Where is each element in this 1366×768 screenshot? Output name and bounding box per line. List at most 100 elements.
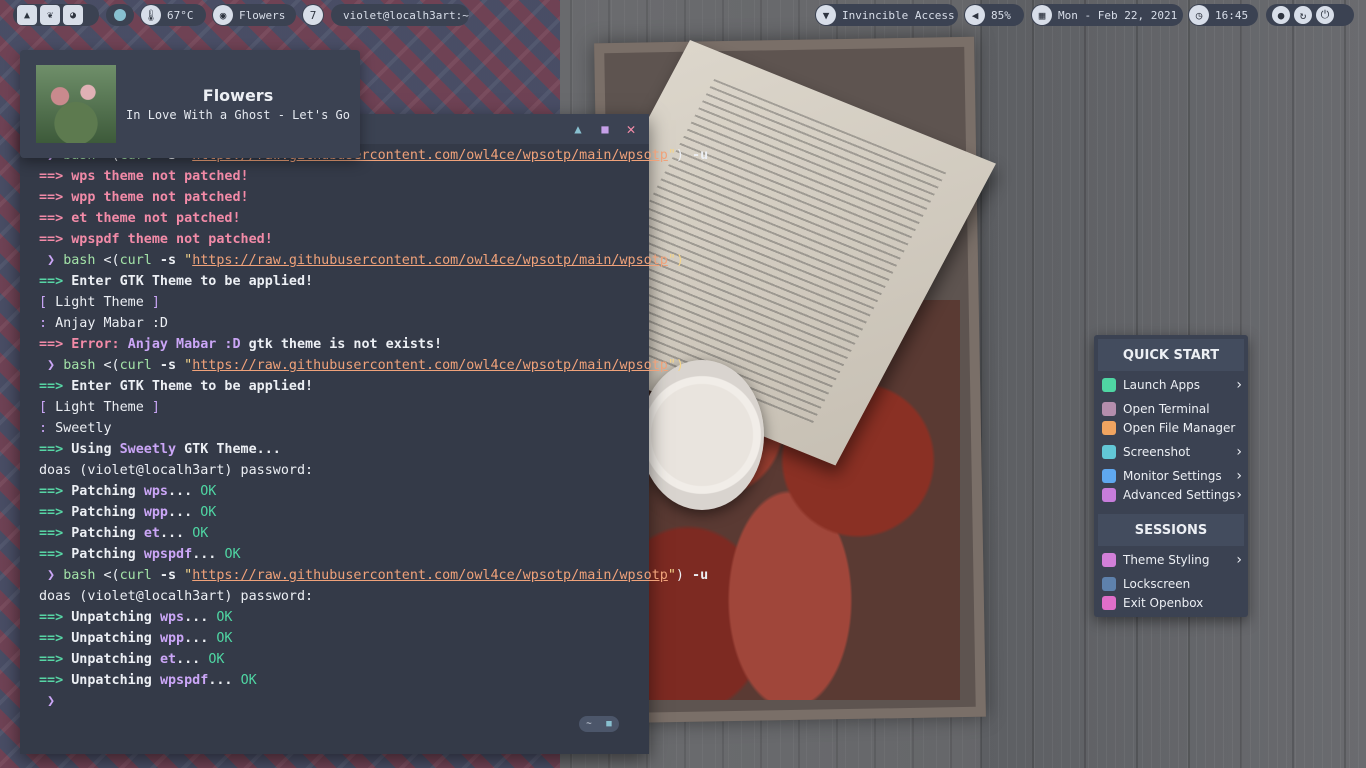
terminal-text: Anjay Mabar :D bbox=[55, 316, 168, 331]
song-text: Flowers bbox=[239, 8, 286, 22]
menu-item-theme-styling[interactable]: Theme Styling › bbox=[1102, 550, 1242, 569]
leaf-icon[interactable]: ❦ bbox=[40, 5, 60, 25]
terminal-link[interactable]: https://raw.githubusercontent.com/owl4ce… bbox=[192, 358, 668, 373]
terminal-line: ==> wps theme not patched! bbox=[39, 166, 649, 187]
terminal-text: wps bbox=[159, 610, 185, 625]
date-text: Mon - Feb 22, 2021 bbox=[1058, 8, 1178, 22]
thermometer-icon: 🌡 bbox=[141, 5, 161, 25]
terminal-text: bash bbox=[63, 568, 104, 583]
close-icon[interactable]: ✕ bbox=[624, 122, 638, 137]
terminal-text: ... bbox=[168, 505, 201, 520]
terminal-text: ==> bbox=[39, 484, 72, 499]
clock-widget[interactable]: ◷ 16:45 bbox=[1188, 4, 1258, 26]
refresh-icon[interactable]: ↻ bbox=[1294, 6, 1312, 24]
music-popup[interactable]: Flowers In Love With a Ghost - Let's Go bbox=[20, 50, 360, 158]
terminal-text: <( bbox=[103, 358, 120, 373]
music-widget[interactable]: ◉ Flowers bbox=[212, 4, 296, 26]
terminal-link[interactable]: https://raw.githubusercontent.com/owl4ce… bbox=[192, 253, 668, 268]
menu-item-launch-apps[interactable]: Launch Apps › bbox=[1102, 375, 1242, 394]
quick-start-header: QUICK START bbox=[1098, 339, 1244, 371]
terminal-text: wpp bbox=[159, 631, 185, 646]
terminal-text: wps theme not patched! bbox=[71, 169, 249, 184]
terminal-text: -u bbox=[692, 148, 709, 163]
terminal-text: ... bbox=[168, 484, 201, 499]
chevron-right-icon: › bbox=[1236, 551, 1242, 568]
terminal-text: " bbox=[184, 358, 193, 373]
terminal-text: " bbox=[667, 148, 676, 163]
terminal-text: -s bbox=[151, 253, 185, 268]
screenshot-icon bbox=[1102, 444, 1116, 459]
terminal-text: Using bbox=[71, 442, 120, 457]
terminal-text: [ bbox=[39, 295, 56, 310]
terminal-chips: ~ ■ bbox=[579, 716, 619, 732]
mountain-icon[interactable]: ▲ bbox=[17, 5, 37, 25]
status-dot bbox=[106, 4, 134, 26]
power-icon[interactable]: ⏻ bbox=[1316, 6, 1334, 24]
menu-item-label: Open Terminal bbox=[1123, 401, 1210, 416]
workspace-number: 7 bbox=[303, 5, 323, 25]
theme-styling-icon bbox=[1102, 552, 1116, 567]
terminal-line: ==> et theme not patched! bbox=[39, 208, 649, 229]
terminal-text: -s bbox=[151, 358, 185, 373]
menu-item-screenshot[interactable]: Screenshot › bbox=[1102, 442, 1242, 461]
palette-icon[interactable]: ◕ bbox=[63, 5, 83, 25]
terminal-line: doas (violet@localh3art) password: bbox=[39, 460, 649, 481]
terminal-text: curl bbox=[119, 568, 152, 583]
terminal-text: ] bbox=[143, 400, 160, 415]
terminal-output[interactable]: ❯ bash <(curl -s "https://raw.githubuser… bbox=[20, 144, 708, 712]
open-terminal-icon bbox=[1102, 401, 1116, 416]
terminal-text: Unpatching bbox=[71, 673, 160, 688]
terminal-text: ... bbox=[184, 610, 217, 625]
workspace-launcher[interactable]: ▲ ❦ ◕ bbox=[13, 4, 99, 26]
launch-apps-icon bbox=[1102, 377, 1116, 392]
menu-item-exit-openbox[interactable]: Exit Openbox bbox=[1102, 593, 1242, 612]
workspace-indicator[interactable]: 7 bbox=[302, 4, 324, 26]
terminal-text: et theme not patched! bbox=[71, 211, 241, 226]
toggle-icon[interactable]: ● bbox=[1272, 6, 1290, 24]
terminal-line: ==> Unpatching wpp... OK bbox=[39, 628, 649, 649]
terminal-text: ❯ bbox=[39, 358, 64, 373]
maximize-icon[interactable]: ■ bbox=[598, 122, 612, 136]
openbox-menu[interactable]: QUICK START Launch Apps › Open Terminal Ope… bbox=[1094, 335, 1248, 617]
terminal-line: ❯ bash <(curl -s "https://raw.githubuser… bbox=[39, 565, 708, 586]
terminal-text: bash bbox=[63, 358, 104, 373]
network-widget[interactable]: ▼ Invincible Access bbox=[815, 4, 958, 26]
open-file-manager-icon bbox=[1102, 420, 1116, 435]
menu-item-open-terminal[interactable]: Open Terminal bbox=[1102, 399, 1242, 418]
terminal-line: ==> wpspdf theme not patched! bbox=[39, 229, 649, 250]
terminal-text: ==> bbox=[39, 169, 72, 184]
music-title: Flowers bbox=[202, 86, 274, 105]
menu-item-monitor-settings[interactable]: Monitor Settings › bbox=[1102, 466, 1242, 485]
active-window-title[interactable]: violet@localh3art:~ bbox=[331, 4, 469, 26]
date-widget[interactable]: ▦ Mon - Feb 22, 2021 bbox=[1031, 4, 1183, 26]
menu-item-lockscreen[interactable]: Lockscreen bbox=[1102, 574, 1242, 593]
terminal-text: ) bbox=[675, 568, 693, 583]
terminal-text: Patching bbox=[71, 505, 144, 520]
advanced-settings-icon bbox=[1102, 487, 1116, 502]
terminal-text: wpp theme not patched! bbox=[71, 190, 249, 205]
terminal-text: OK bbox=[224, 547, 241, 562]
terminal-text: wpspdf theme not patched! bbox=[71, 232, 273, 247]
calendar-icon: ▦ bbox=[1032, 5, 1052, 25]
terminal-text: OK bbox=[240, 673, 257, 688]
terminal-window[interactable]: ▲ ■ ✕ ❯ bash <(curl -s "https://raw.gith… bbox=[20, 114, 708, 754]
album-cover bbox=[36, 65, 116, 143]
terminal-text: Error: bbox=[71, 337, 128, 352]
minimize-icon[interactable]: ▲ bbox=[571, 122, 585, 136]
menu-item-advanced-settings[interactable]: Advanced Settings › bbox=[1102, 485, 1242, 504]
terminal-line: ==> Enter GTK Theme to be applied! bbox=[39, 271, 649, 292]
menu-item-label: Advanced Settings bbox=[1123, 487, 1236, 502]
terminal-line: ==> Patching wpspdf... OK bbox=[39, 544, 649, 565]
menu-item-open-file-manager[interactable]: Open File Manager bbox=[1102, 418, 1242, 437]
terminal-text: ") bbox=[667, 253, 684, 268]
terminal-text: doas (violet@localh3art) password: bbox=[39, 463, 314, 478]
terminal-text: doas (violet@localh3art) password: bbox=[39, 589, 314, 604]
menu-item-label: Lockscreen bbox=[1123, 576, 1191, 591]
terminal-text: ==> bbox=[39, 673, 72, 688]
terminal-text: ==> bbox=[39, 232, 72, 247]
volume-widget[interactable]: ◀ 85% bbox=[964, 4, 1024, 26]
folder-icon: ■ bbox=[599, 716, 619, 732]
terminal-text: Unpatching bbox=[71, 610, 160, 625]
terminal-link[interactable]: https://raw.githubusercontent.com/owl4ce… bbox=[192, 568, 668, 583]
terminal-text: Sweetly bbox=[119, 442, 185, 457]
